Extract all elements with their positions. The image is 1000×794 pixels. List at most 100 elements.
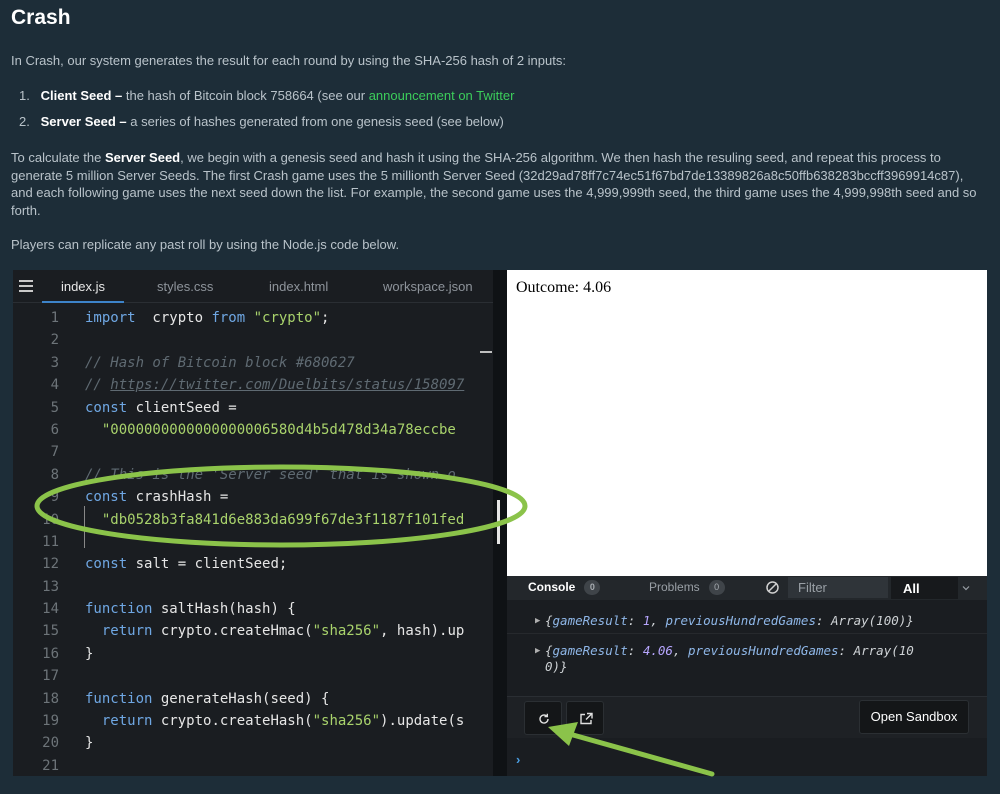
code-line[interactable]: 16} xyxy=(13,643,493,665)
line-number: 21 xyxy=(42,757,59,774)
console-toolbar: Console 0 Problems 0 Filter All xyxy=(507,576,987,600)
line-code: // This is the 'Server seed' that is sho… xyxy=(85,466,456,483)
expand-triangle-icon[interactable]: ▶ xyxy=(535,643,540,659)
line-code: "0000000000000000006580d4b5d478d34a78ecc… xyxy=(101,421,456,438)
minimap-marker xyxy=(480,351,492,353)
code-line[interactable]: 21 xyxy=(13,755,493,776)
code-lines[interactable]: 1 import crypto from "crypto"; 2 3 // Hash o… xyxy=(13,307,493,776)
tab-index-js[interactable]: index.js xyxy=(42,270,124,303)
console-prompt[interactable]: › xyxy=(516,752,520,767)
para-text: To calculate the xyxy=(11,150,105,165)
line-number: 5 xyxy=(50,399,59,416)
tab-console-label: Console xyxy=(528,580,576,594)
line-code: "db0528b3fa841d6e883da699f67de3f1187f101… xyxy=(101,511,465,528)
code-line[interactable]: 8 // This is the 'Server seed' that is sh… xyxy=(13,464,493,486)
code-line[interactable]: 2 xyxy=(13,329,493,351)
chevron-down-icon[interactable] xyxy=(962,584,970,592)
open-sandbox-button[interactable]: Open Sandbox xyxy=(859,700,969,734)
line-code: function generateHash(seed) { xyxy=(85,690,330,707)
console-log-entry[interactable]: ▶ {gameResult: 1, previousHundredGames: A… xyxy=(535,613,975,629)
list-text: the hash of Bitcoin block 758664 (see ou… xyxy=(122,88,369,103)
line-number: 9 xyxy=(50,489,59,506)
list-number: 2. xyxy=(19,114,30,129)
para-bold-term: Server Seed xyxy=(104,150,181,165)
replicate-paragraph: Players can replicate any past roll by u… xyxy=(11,237,400,252)
line-number: 6 xyxy=(50,421,59,438)
line-code: const crashHash = xyxy=(85,489,229,506)
pane-resize-handle[interactable] xyxy=(497,500,500,544)
line-number: 19 xyxy=(42,713,59,730)
line-number: 16 xyxy=(42,645,59,662)
line-code: } xyxy=(85,735,94,752)
line-number: 2 xyxy=(50,332,59,349)
open-new-window-button[interactable] xyxy=(566,701,604,735)
line-number: 20 xyxy=(42,735,59,752)
tab-problems-label: Problems xyxy=(649,580,700,594)
line-number: 4 xyxy=(50,377,59,394)
line-number: 18 xyxy=(42,690,59,707)
code-line[interactable]: 7 xyxy=(13,441,493,463)
line-number: 10 xyxy=(42,511,59,528)
tab-styles-css[interactable]: styles.css xyxy=(157,270,213,303)
code-line[interactable]: 18 function generateHash(seed) { xyxy=(13,688,493,710)
server-seed-paragraph: To calculate the Server Seed, we begin w… xyxy=(11,149,986,219)
line-code: return crypto.createHmac("sha256", hash)… xyxy=(101,623,465,640)
code-line[interactable]: 6 "0000000000000000006580d4b5d478d34a78e… xyxy=(13,419,493,441)
line-code: return crypto.createHash("sha256").updat… xyxy=(101,713,465,730)
console-action-row: Open Sandbox xyxy=(507,696,987,738)
refresh-preview-button[interactable] xyxy=(524,701,562,735)
line-code: // https://twitter.com/Duelbits/status/1… xyxy=(85,377,465,394)
code-line[interactable]: 14 function saltHash(hash) { xyxy=(13,598,493,620)
code-line[interactable]: 13 xyxy=(13,576,493,598)
line-number: 17 xyxy=(42,668,59,685)
list-text: a series of hashes generated from one ge… xyxy=(126,114,504,129)
code-line[interactable]: 1 import crypto from "crypto"; xyxy=(13,307,493,329)
console-count-badge: 0 xyxy=(584,580,601,595)
code-line[interactable]: 17 xyxy=(13,665,493,687)
line-number: 15 xyxy=(42,623,59,640)
console-panel: Console 0 Problems 0 Filter All ▶ {gameResu… xyxy=(507,576,987,776)
line-code: function saltHash(hash) { xyxy=(85,601,296,618)
code-editor[interactable]: index.js styles.css index.html workspace… xyxy=(13,270,493,776)
list-item-server-seed: 2. Server Seed – a series of hashes gene… xyxy=(19,114,504,129)
code-line[interactable]: 4 // https://twitter.com/Duelbits/status/… xyxy=(13,374,493,396)
code-line[interactable]: 15 return crypto.createHmac("sha256", ha… xyxy=(13,620,493,642)
line-number: 14 xyxy=(42,601,59,618)
tab-index-html[interactable]: index.html xyxy=(269,270,328,303)
hamburger-menu-icon[interactable] xyxy=(19,280,33,292)
code-line[interactable]: 10 "db0528b3fa841d6e883da699f67de3f1187f… xyxy=(13,509,493,531)
line-code: import crypto from "crypto"; xyxy=(85,310,330,326)
twitter-announcement-link[interactable]: announcement on Twitter xyxy=(369,88,515,103)
tab-console[interactable]: Console 0 xyxy=(528,580,601,595)
code-line[interactable]: 9 const crashHash = xyxy=(13,486,493,508)
line-number: 13 xyxy=(42,578,59,595)
line-number: 12 xyxy=(42,556,59,573)
line-code: } xyxy=(85,645,94,662)
tab-problems[interactable]: Problems 0 xyxy=(649,580,725,595)
tab-workspace-json[interactable]: workspace.json xyxy=(383,270,473,303)
problems-count-badge: 0 xyxy=(708,580,725,595)
line-code: // Hash of Bitcoin block #680627 xyxy=(85,354,355,371)
code-line[interactable]: 5 const clientSeed = xyxy=(13,397,493,419)
log-level-select[interactable]: All xyxy=(891,577,958,599)
code-line[interactable]: 19 return crypto.createHash("sha256").up… xyxy=(13,710,493,732)
code-line[interactable]: 20} xyxy=(13,732,493,754)
outcome-text: Outcome: 4.06 xyxy=(516,279,612,296)
line-number: 11 xyxy=(42,533,59,550)
page-title: Crash xyxy=(11,6,71,29)
line-number: 7 xyxy=(50,444,59,461)
list-term: Client Seed – xyxy=(40,88,123,103)
code-line[interactable]: 3 // Hash of Bitcoin block #680627 xyxy=(13,352,493,374)
log-separator xyxy=(507,633,987,634)
line-code: const clientSeed = xyxy=(85,399,237,416)
clear-console-icon[interactable] xyxy=(765,580,780,595)
code-line[interactable]: 11 xyxy=(13,531,493,553)
line-number: 3 xyxy=(50,354,59,371)
console-filter-input[interactable]: Filter xyxy=(788,577,888,598)
list-item-client-seed: 1. Client Seed – the hash of Bitcoin blo… xyxy=(19,88,514,103)
line-number: 8 xyxy=(50,466,59,483)
list-term: Server Seed – xyxy=(40,114,127,129)
code-line[interactable]: 12 const salt = clientSeed; xyxy=(13,553,493,575)
expand-triangle-icon[interactable]: ▶ xyxy=(535,613,540,629)
console-log-entry[interactable]: ▶ {gameResult: 4.06, previousHundredGames… xyxy=(535,643,975,675)
